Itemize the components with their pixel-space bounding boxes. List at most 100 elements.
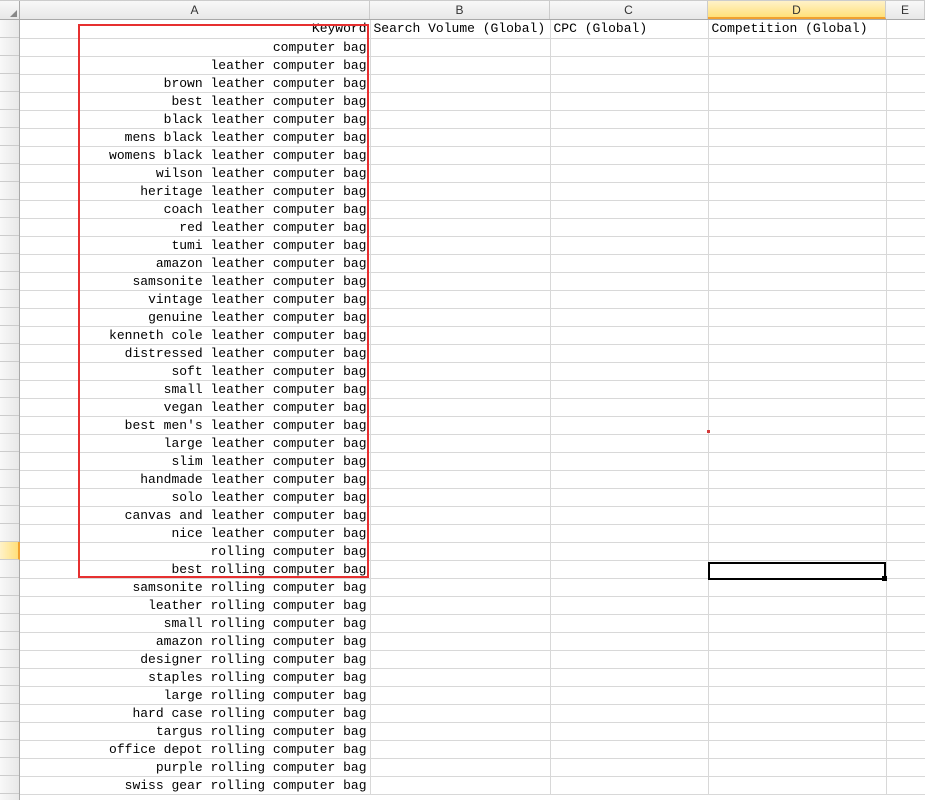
cell[interactable] (886, 326, 925, 344)
cell[interactable] (886, 434, 925, 452)
cell[interactable] (550, 452, 708, 470)
cell[interactable] (550, 398, 708, 416)
cell[interactable] (886, 650, 925, 668)
cell[interactable] (370, 740, 550, 758)
col-header-B[interactable]: B (370, 1, 550, 19)
row-header[interactable] (0, 506, 19, 524)
cell[interactable]: solo leather computer bag (20, 488, 370, 506)
cell[interactable] (370, 614, 550, 632)
cell[interactable] (886, 110, 925, 128)
cell[interactable] (370, 560, 550, 578)
row-header[interactable] (0, 452, 19, 470)
cell[interactable]: hard case rolling computer bag (20, 704, 370, 722)
cell[interactable] (550, 470, 708, 488)
cell[interactable]: tumi leather computer bag (20, 236, 370, 254)
cell[interactable] (708, 704, 886, 722)
cell[interactable] (708, 668, 886, 686)
row-header[interactable] (0, 398, 19, 416)
cell[interactable] (886, 578, 925, 596)
cell[interactable] (708, 542, 886, 560)
cell[interactable] (550, 632, 708, 650)
cell[interactable] (550, 38, 708, 56)
row-header[interactable] (0, 182, 19, 200)
cell[interactable] (708, 434, 886, 452)
row-header[interactable] (0, 308, 19, 326)
cell[interactable] (708, 218, 886, 236)
cell[interactable]: Search Volume (Global) (370, 20, 550, 38)
cell[interactable]: mens black leather computer bag (20, 128, 370, 146)
row-header[interactable] (0, 668, 19, 686)
cell[interactable] (708, 380, 886, 398)
cell[interactable]: amazon rolling computer bag (20, 632, 370, 650)
cell[interactable] (550, 362, 708, 380)
cell[interactable] (708, 56, 886, 74)
cell[interactable] (370, 722, 550, 740)
cell[interactable] (550, 506, 708, 524)
cell[interactable]: best rolling computer bag (20, 560, 370, 578)
cell[interactable] (708, 182, 886, 200)
cell[interactable]: staples rolling computer bag (20, 668, 370, 686)
cell[interactable] (708, 110, 886, 128)
cell[interactable] (886, 596, 925, 614)
cell[interactable] (886, 542, 925, 560)
cell[interactable] (708, 452, 886, 470)
row-header[interactable] (0, 488, 19, 506)
cell[interactable] (550, 524, 708, 542)
row-header[interactable] (0, 218, 19, 236)
cell[interactable] (886, 632, 925, 650)
cell[interactable] (708, 488, 886, 506)
cell[interactable] (708, 254, 886, 272)
cell[interactable] (550, 488, 708, 506)
cell[interactable] (550, 758, 708, 776)
row-header[interactable] (0, 704, 19, 722)
cell[interactable] (370, 326, 550, 344)
row-header[interactable] (0, 362, 19, 380)
cell[interactable]: samsonite rolling computer bag (20, 578, 370, 596)
cell[interactable] (886, 200, 925, 218)
row-header[interactable] (0, 470, 19, 488)
cell[interactable] (708, 326, 886, 344)
cell[interactable]: black leather computer bag (20, 110, 370, 128)
row-header[interactable] (0, 560, 19, 578)
cell[interactable] (708, 290, 886, 308)
cell[interactable] (886, 506, 925, 524)
row-header[interactable] (0, 146, 19, 164)
cell[interactable] (886, 398, 925, 416)
cell[interactable] (370, 452, 550, 470)
cell[interactable] (370, 254, 550, 272)
cell[interactable] (886, 20, 925, 38)
cell[interactable]: red leather computer bag (20, 218, 370, 236)
cell[interactable] (550, 614, 708, 632)
cell[interactable] (708, 236, 886, 254)
row-header[interactable] (0, 686, 19, 704)
cell[interactable]: swiss gear rolling computer bag (20, 776, 370, 794)
cell[interactable] (370, 416, 550, 434)
cell[interactable]: heritage leather computer bag (20, 182, 370, 200)
row-header[interactable] (0, 38, 19, 56)
cell[interactable] (550, 380, 708, 398)
cell[interactable] (370, 668, 550, 686)
cell[interactable] (370, 524, 550, 542)
cell[interactable] (550, 704, 708, 722)
row-header[interactable] (0, 236, 19, 254)
cell[interactable] (886, 92, 925, 110)
cell[interactable]: nice leather computer bag (20, 524, 370, 542)
cell[interactable] (708, 596, 886, 614)
cell[interactable] (370, 110, 550, 128)
cell[interactable] (886, 470, 925, 488)
cell[interactable] (370, 38, 550, 56)
cell[interactable] (550, 542, 708, 560)
cell[interactable] (550, 560, 708, 578)
cell[interactable] (708, 776, 886, 794)
cell[interactable] (886, 452, 925, 470)
col-header-E[interactable]: E (886, 1, 925, 19)
cell[interactable]: small leather computer bag (20, 380, 370, 398)
cell[interactable] (370, 434, 550, 452)
cell[interactable] (708, 362, 886, 380)
cell[interactable] (708, 416, 886, 434)
cell[interactable]: slim leather computer bag (20, 452, 370, 470)
cell[interactable] (708, 614, 886, 632)
cell[interactable]: targus rolling computer bag (20, 722, 370, 740)
row-header[interactable] (0, 578, 19, 596)
cell[interactable]: small rolling computer bag (20, 614, 370, 632)
